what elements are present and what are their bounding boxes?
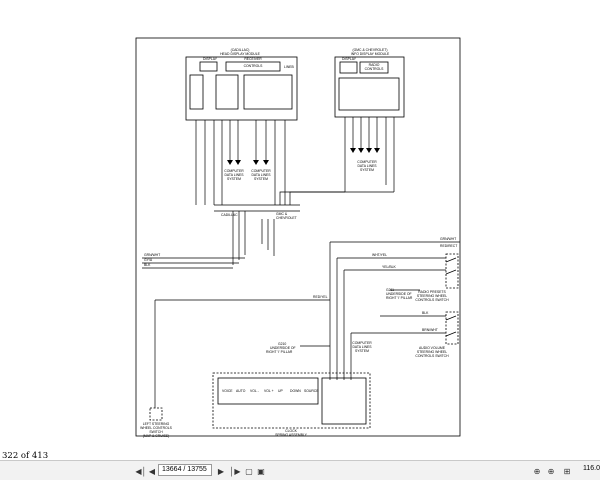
gmc-title-2: INFO DISPLAY MODULE	[351, 52, 390, 56]
zoom-out-icon[interactable]: ⊕	[530, 464, 544, 478]
cadillac-title-2: HEAD DISPLAY MODULE	[220, 52, 261, 56]
fit-page-icon[interactable]: ▣	[254, 464, 268, 478]
cadillac-receiver-label: RECEIVER	[244, 57, 262, 61]
ground-g210: G210 UNDERSIDE OF RIGHT 'I' PILLAR COMPU…	[266, 341, 372, 354]
cadillac-display-label: DISPLAY	[203, 57, 218, 61]
document-viewer: (CADILLAC) HEAD DISPLAY MODULE DISPLAY R…	[0, 0, 600, 461]
g211-line-3: RIGHT 'I' PILLAR	[386, 296, 413, 300]
wire-yel-blk: YEL/BLK	[382, 265, 396, 269]
wire-blk-right: BLK	[422, 311, 429, 315]
g210-line-3: RIGHT 'I' PILLAR	[266, 350, 293, 354]
left-steering-switch: LEFT STEERING WHEEL CONTROLS SWITCH (MAP…	[140, 407, 173, 438]
zoom-level: 116.0	[583, 465, 600, 472]
cdl-2-line-3: SYSTEM	[254, 177, 268, 181]
wiring-diagram: (CADILLAC) HEAD DISPLAY MODULE DISPLAY R…	[135, 37, 461, 438]
cadillac-head-display-module: (CADILLAC) HEAD DISPLAY MODULE DISPLAY R…	[185, 48, 298, 121]
clock-spring-assembly: VOICE AUTO VOL - VOL + UP DOWN SOURCE CL…	[212, 372, 371, 437]
gmc-info-display-module: (GMC & CHEVROLET) INFO DISPLAY MODULE DI…	[334, 48, 405, 118]
connector-row: CADILLAC GMC & CHEVROLET	[214, 204, 300, 265]
page-number-input[interactable]: 13664 / 13755	[158, 464, 212, 476]
switch-up: UP	[278, 389, 283, 393]
wire-wht-yel: WHT/YEL	[372, 253, 387, 257]
wire-blk: BLK	[144, 263, 151, 267]
switch-vol-minus: VOL -	[250, 389, 259, 393]
last-page-icon[interactable]: │▶	[228, 464, 242, 478]
viewer-toolbar: ◀│ ◀ 13664 / 13755 ▶ │▶ ▢ ▣ ⊕ ⊕ ⊞ 116.0	[0, 460, 600, 480]
left-switch-l4: (MAP & CRUISE)	[143, 434, 170, 438]
cadillac-controls-label: CONTROLS	[244, 64, 264, 68]
previous-page-icon[interactable]: ◀	[145, 464, 159, 478]
wire-top-label: GRN/WHT	[440, 237, 456, 241]
gmc-wires: COMPUTER DATA LINES SYSTEM	[279, 117, 395, 205]
cdl-3-line-3: SYSTEM	[360, 168, 374, 172]
gmc-display-label: DISPLAY	[342, 57, 357, 61]
radio-presets-l3: CONTROLS SWITCH	[415, 298, 449, 302]
zoom-in-icon[interactable]: ⊕	[544, 464, 558, 478]
wire-red-yel: RED/YEL	[313, 295, 328, 299]
cdl-1-line-3: SYSTEM	[227, 177, 241, 181]
zoom-options-icon[interactable]: ⊞	[560, 464, 574, 478]
gmc-controls-label: CONTROLS	[365, 67, 385, 71]
chevrolet-connector-label: CHEVROLET	[276, 216, 297, 220]
wire-grn-wht: GRN/WHT	[144, 253, 160, 257]
switch-auto: AUTO	[236, 389, 246, 393]
switch-voice: VOICE	[222, 389, 233, 393]
switch-source: SOURCE	[304, 389, 319, 393]
clock-spring-label-2: SPRING ASSEMBLY	[275, 433, 308, 437]
wire-redirect-label: REDIRECT	[440, 244, 457, 248]
audio-volume-l3: CONTROLS SWITCH	[415, 354, 449, 358]
wire-brn-wht: BRN/WHT	[422, 328, 438, 332]
cadillac-connector-label: CADILLAC	[221, 213, 238, 217]
cdl-4-line-3: SYSTEM	[355, 349, 369, 353]
radio-presets-switch: RADIO PRESETS STEERING WHEEL CONTROLS SW…	[415, 253, 459, 302]
page-frame	[135, 37, 461, 437]
cadillac-lineb-label: LINEB	[284, 65, 295, 69]
cadillac-wires: COMPUTER DATA LINES SYSTEM COMPUTER DATA…	[195, 120, 286, 205]
left-wires: GRN/WHT GY/A BLK	[142, 253, 245, 269]
next-page-icon[interactable]: ▶	[214, 464, 228, 478]
switch-vol-plus: VOL +	[264, 389, 274, 393]
wire-gy-a: GY/A	[144, 258, 153, 262]
right-bus: GRN/WHT REDIRECT WHT/YEL YEL/BLK	[329, 237, 460, 380]
switch-down: DOWN	[290, 389, 301, 393]
